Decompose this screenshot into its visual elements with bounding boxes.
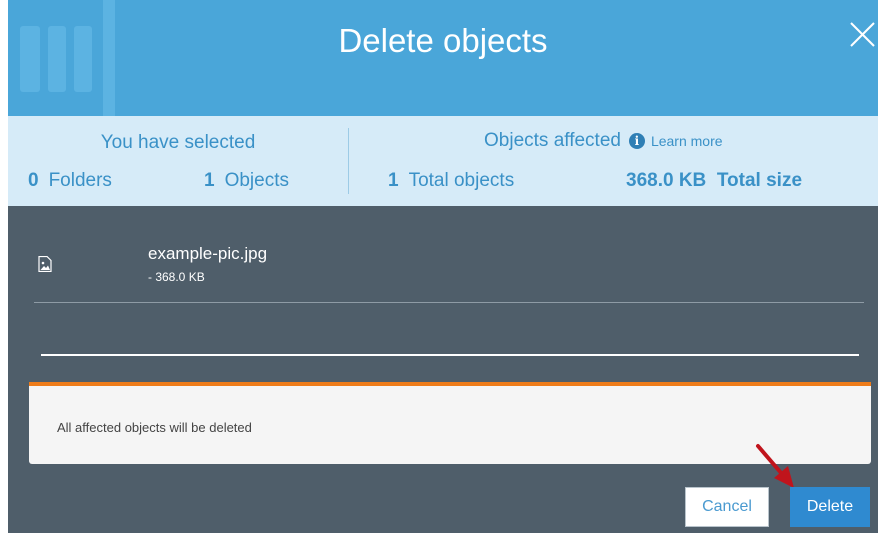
file-name: example-pic.jpg bbox=[148, 244, 268, 263]
close-icon[interactable] bbox=[844, 16, 878, 50]
learn-more-link[interactable]: Learn more bbox=[651, 133, 723, 149]
summary-divider bbox=[348, 128, 349, 194]
total-size-value: 368.0 KB bbox=[626, 170, 707, 191]
warning-text: All affected objects will be deleted bbox=[57, 420, 252, 435]
total-size-label: Total size bbox=[716, 170, 803, 191]
folders-label: Folders bbox=[48, 170, 112, 191]
file-size: - 368.0 KB bbox=[148, 270, 205, 284]
delete-objects-dialog: Delete objects You have selected 0 Folder… bbox=[8, 0, 878, 533]
total-size-row: 368.0 KB Total size bbox=[626, 170, 802, 192]
dialog-title: Delete objects bbox=[338, 22, 548, 59]
total-objects-count: 1 bbox=[388, 170, 399, 191]
cancel-button[interactable]: Cancel bbox=[685, 487, 769, 527]
total-objects-row: 1 Total objects bbox=[388, 170, 514, 192]
info-icon[interactable]: i bbox=[628, 133, 645, 149]
delete-button[interactable]: Delete bbox=[790, 487, 870, 527]
affected-title-row: Objects affected i Learn more bbox=[484, 130, 723, 152]
affected-title: Objects affected bbox=[484, 130, 621, 151]
objects-count-row: 1 Objects bbox=[204, 170, 289, 192]
objects-label: Objects bbox=[224, 170, 289, 191]
objects-count: 1 bbox=[204, 170, 215, 191]
selected-title: You have selected bbox=[100, 132, 256, 153]
annotation-arrow bbox=[756, 444, 794, 488]
warning-box: All affected objects will be deleted bbox=[29, 382, 871, 464]
total-objects-label: Total objects bbox=[408, 170, 515, 191]
image-file-icon bbox=[38, 255, 52, 273]
dialog-header: Delete objects bbox=[8, 0, 878, 116]
folders-count: 0 bbox=[28, 170, 39, 191]
list-divider bbox=[34, 302, 864, 303]
selection-summary: You have selected 0 Folders 1 Objects Obje… bbox=[8, 116, 878, 206]
list-bottom-divider bbox=[41, 354, 859, 356]
folders-count-row: 0 Folders bbox=[28, 170, 112, 192]
